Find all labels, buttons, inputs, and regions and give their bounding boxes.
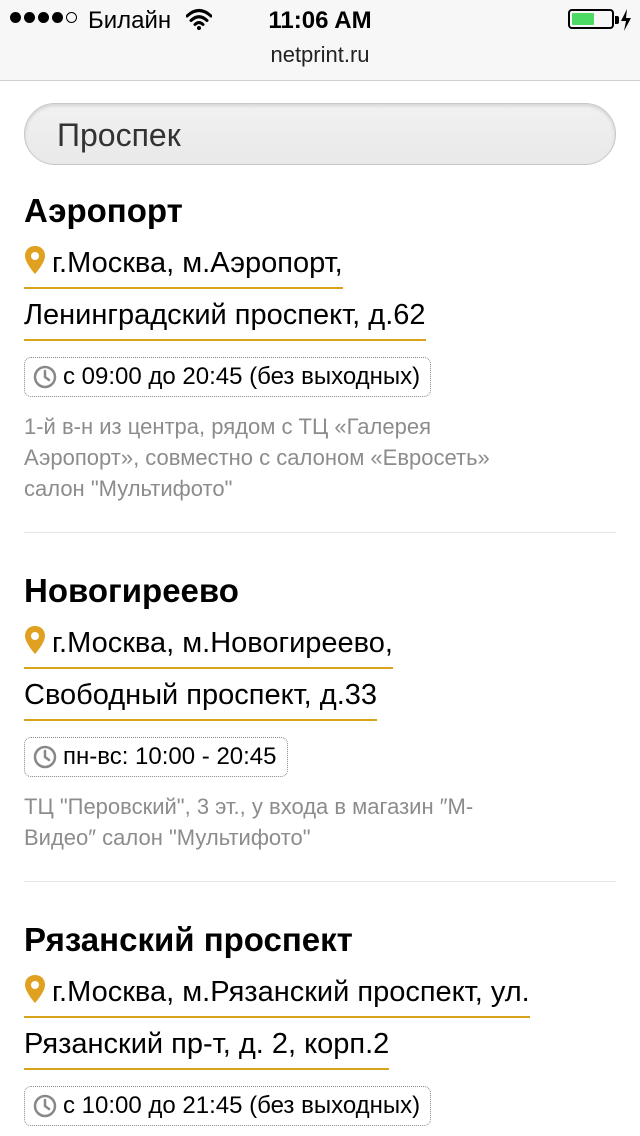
- address-line-1: г.Москва, м.Аэропорт,: [52, 247, 343, 279]
- hours-text: с 10:00 до 21:45 (без выходных): [63, 1092, 421, 1119]
- address-line-1: г.Москва, м.Рязанский проспект, ул.: [52, 976, 530, 1008]
- address-line-2: Ленинградский проспект, д.62: [24, 299, 426, 331]
- hours-text: с 09:00 до 20:45 (без выходных): [63, 363, 421, 390]
- note-line: Аэропорт», совместно с салоном «Евросеть…: [24, 445, 490, 470]
- clock-icon: [33, 1094, 57, 1118]
- location-address-link[interactable]: г.Москва, м.Аэропорт,: [24, 243, 343, 289]
- location-title: Новогиреево: [24, 572, 239, 609]
- map-pin-icon: [25, 246, 45, 274]
- address-line-2: Рязанский пр-т, д. 2, корп.2: [24, 1028, 390, 1060]
- location-address-link[interactable]: г.Москва, м.Новогиреево,: [24, 623, 393, 669]
- note-line: салон "Мультифото": [24, 476, 233, 501]
- address-bar-url[interactable]: netprint.ru: [0, 42, 640, 68]
- hours-text: пн-вс: 10:00 - 20:45: [63, 743, 277, 770]
- location-card: Аэропорт г.Москва, м.Аэропорт, Ленинград…: [24, 165, 616, 533]
- location-address-link[interactable]: Рязанский пр-т, д. 2, корп.2: [24, 1024, 390, 1070]
- location-title: Аэропорт: [24, 192, 183, 229]
- clock-icon: [33, 745, 57, 769]
- search-input[interactable]: Проспек: [24, 103, 616, 165]
- location-card: Новогиреево г.Москва, м.Новогиреево, Сво…: [24, 533, 616, 882]
- location-address-link[interactable]: Свободный проспект, д.33: [24, 675, 378, 721]
- location-title: Рязанский проспект: [24, 921, 353, 958]
- status-bar: Билайн 11:06 AM: [0, 0, 640, 40]
- note-line: ТЦ "Перовский", 3 эт., у входа в магазин…: [24, 794, 474, 819]
- browser-chrome: Билайн 11:06 AM netprint.ru: [0, 0, 640, 81]
- opening-hours: с 10:00 до 21:45 (без выходных): [24, 1086, 432, 1126]
- map-pin-icon: [25, 975, 45, 1003]
- page-content: Проспек Аэропорт г.Москва, м.Аэропорт, Л…: [0, 81, 640, 1126]
- charging-bolt-icon: [621, 9, 631, 31]
- status-time: 11:06 AM: [268, 7, 372, 34]
- note-line: Видео″ салон "Мультифото": [24, 825, 311, 850]
- note-line: 1-й в-н из центра, рядом с ТЦ «Галерея: [24, 414, 431, 439]
- opening-hours: пн-вс: 10:00 - 20:45: [24, 737, 288, 777]
- location-address-link[interactable]: г.Москва, м.Рязанский проспект, ул.: [24, 972, 530, 1018]
- address-line-1: г.Москва, м.Новогиреево,: [52, 627, 393, 659]
- location-note: ТЦ "Перовский", 3 эт., у входа в магазин…: [24, 791, 616, 853]
- clock-icon: [33, 365, 57, 389]
- location-address-link[interactable]: Ленинградский проспект, д.62: [24, 295, 426, 341]
- map-pin-icon: [25, 626, 45, 654]
- battery-icon: [568, 9, 619, 29]
- location-card: Рязанский проспект г.Москва, м.Рязанский…: [24, 882, 616, 1126]
- opening-hours: с 09:00 до 20:45 (без выходных): [24, 357, 432, 397]
- location-note: 1-й в-н из центра, рядом с ТЦ «Галерея А…: [24, 411, 616, 504]
- address-line-2: Свободный проспект, д.33: [24, 679, 378, 711]
